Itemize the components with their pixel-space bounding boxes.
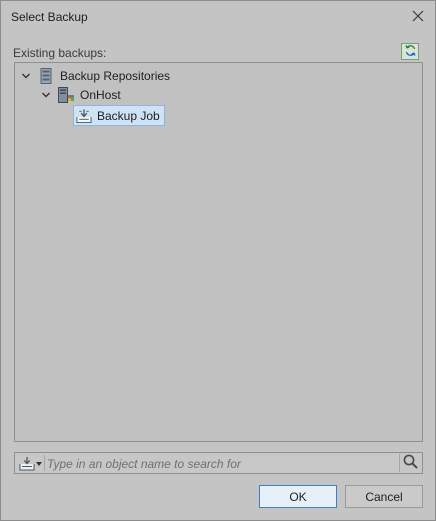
object-type-icon	[19, 456, 35, 471]
close-button[interactable]	[407, 6, 429, 28]
cancel-button[interactable]: Cancel	[345, 485, 423, 508]
tree-node-label: OnHost	[80, 88, 121, 102]
ok-button[interactable]: OK	[259, 485, 337, 508]
tree-node-onhost[interactable]: OnHost	[40, 85, 121, 105]
host-icon	[58, 87, 74, 103]
object-type-dropdown[interactable]	[17, 455, 43, 472]
tree-node-backup-job[interactable]: Backup Job	[73, 105, 165, 126]
search-button[interactable]	[399, 454, 421, 472]
tree-node-label: Backup Job	[97, 108, 160, 123]
search-bar	[14, 452, 423, 474]
refresh-button[interactable]	[401, 43, 419, 60]
refresh-icon	[404, 44, 417, 60]
tree-node-label: Backup Repositories	[60, 69, 171, 83]
repository-icon	[38, 68, 54, 84]
existing-backups-label: Existing backups:	[13, 46, 107, 60]
title-bar[interactable]: Select Backup	[1, 1, 435, 33]
search-icon	[403, 454, 418, 472]
dialog-title: Select Backup	[11, 10, 88, 24]
backups-tree[interactable]: Backup Repositories OnHost Backup Job	[14, 62, 423, 442]
dropdown-arrow-icon	[36, 461, 42, 466]
chevron-down-icon[interactable]	[40, 89, 52, 101]
close-icon	[412, 10, 424, 25]
select-backup-dialog: Select Backup Existing backups: Backup R…	[0, 0, 436, 521]
search-input[interactable]	[47, 455, 397, 472]
search-divider	[44, 455, 45, 471]
chevron-down-icon[interactable]	[20, 70, 32, 82]
tree-node-backup-repositories[interactable]: Backup Repositories	[20, 66, 170, 86]
backup-job-icon	[76, 108, 92, 124]
